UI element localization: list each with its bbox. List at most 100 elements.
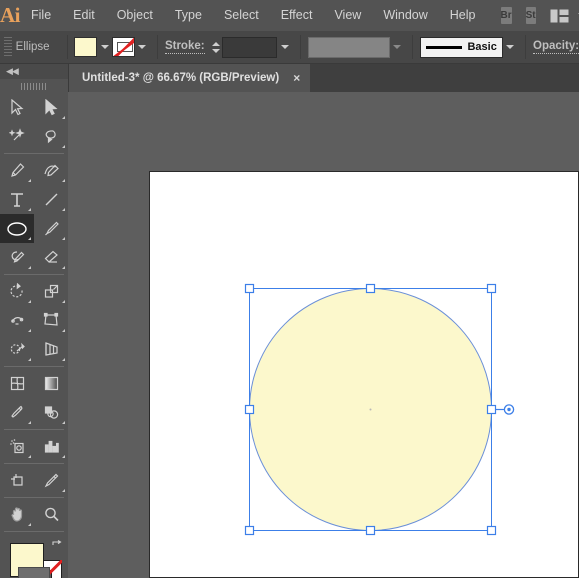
tools-panel-grabber[interactable] bbox=[0, 79, 68, 93]
ellipse-tool[interactable] bbox=[0, 214, 34, 243]
perspective-grid-tool[interactable] bbox=[34, 335, 68, 364]
fill-dropdown-arrow[interactable] bbox=[96, 37, 113, 57]
pen-tool[interactable] bbox=[0, 156, 34, 185]
line-segment-tool[interactable] bbox=[34, 185, 68, 214]
stroke-color-swatch[interactable] bbox=[112, 37, 135, 57]
mesh-tool[interactable] bbox=[0, 369, 34, 398]
eyedropper-tool[interactable] bbox=[0, 398, 34, 427]
illustrator-window: Ai File Edit Object Type Select Effect V… bbox=[0, 0, 579, 578]
fill-color-swatch[interactable] bbox=[74, 37, 97, 57]
stroke-weight-label[interactable]: Stroke: bbox=[164, 40, 205, 54]
direct-selection-tool[interactable] bbox=[34, 93, 68, 122]
document-tab-bar: Untitled-3* @ 66.67% (RGB/Preview) × bbox=[68, 64, 579, 92]
control-bar-grip[interactable] bbox=[4, 37, 12, 57]
tools-panel: ◀◀ bbox=[0, 64, 69, 578]
menu-file[interactable]: File bbox=[20, 0, 62, 31]
document-tab-title: Untitled-3* @ 66.67% (RGB/Preview) bbox=[82, 72, 280, 84]
tool-flyout-indicator bbox=[28, 300, 31, 303]
tools-panel-bottom-stub bbox=[18, 567, 50, 578]
menu-select[interactable]: Select bbox=[213, 0, 270, 31]
tool-flyout-indicator bbox=[28, 421, 31, 424]
swap-fill-stroke-icon[interactable] bbox=[50, 540, 64, 554]
brush-definition-select[interactable]: Basic bbox=[420, 36, 503, 58]
active-tool-label: Ellipse bbox=[15, 41, 50, 53]
variable-width-dropdown-arrow[interactable] bbox=[389, 37, 406, 57]
lasso-tool[interactable] bbox=[34, 122, 68, 151]
tools-grid bbox=[0, 93, 68, 534]
menu-window[interactable]: Window bbox=[372, 0, 438, 31]
workspace-switcher-icon[interactable] bbox=[550, 9, 569, 23]
symbol-sprayer-tool[interactable] bbox=[0, 432, 34, 461]
document-tab[interactable]: Untitled-3* @ 66.67% (RGB/Preview) × bbox=[68, 64, 311, 92]
artboard-tool[interactable] bbox=[0, 466, 34, 495]
rotate-tool[interactable] bbox=[0, 277, 34, 306]
control-bar: Ellipse Stroke: Basic Opacity: bbox=[0, 31, 579, 64]
bridge-button[interactable]: Br bbox=[500, 7, 512, 24]
selection-tool[interactable] bbox=[0, 93, 34, 122]
slice-tool[interactable] bbox=[34, 466, 68, 495]
hand-tool[interactable] bbox=[0, 500, 34, 529]
curvature-tool[interactable] bbox=[34, 156, 68, 185]
tools-divider bbox=[4, 531, 64, 532]
ai-logo-icon: Ai bbox=[0, 3, 21, 27]
stepper-up-icon[interactable] bbox=[212, 41, 221, 46]
tool-flyout-indicator bbox=[62, 455, 65, 458]
menu-object[interactable]: Object bbox=[106, 0, 164, 31]
menu-bar: Ai File Edit Object Type Select Effect V… bbox=[0, 0, 579, 31]
menu-edit[interactable]: Edit bbox=[62, 0, 106, 31]
width-tool[interactable] bbox=[0, 306, 34, 335]
artboard[interactable] bbox=[149, 171, 579, 578]
eraser-tool[interactable] bbox=[34, 243, 68, 272]
stroke-weight-dropdown-arrow[interactable] bbox=[277, 37, 293, 57]
free-transform-tool[interactable] bbox=[34, 306, 68, 335]
tool-flyout-indicator bbox=[28, 208, 31, 211]
stroke-dropdown-arrow[interactable] bbox=[134, 37, 151, 57]
opacity-label[interactable]: Opacity: bbox=[533, 40, 579, 54]
brush-dropdown-arrow[interactable] bbox=[502, 37, 519, 57]
control-divider-1 bbox=[66, 35, 68, 59]
stroke-weight-input[interactable] bbox=[221, 36, 278, 58]
shape-builder-tool[interactable] bbox=[0, 335, 34, 364]
control-divider-4 bbox=[412, 35, 414, 59]
tool-flyout-indicator bbox=[62, 266, 65, 269]
double-chevron-left-icon: ◀◀ bbox=[6, 66, 19, 76]
tool-flyout-indicator bbox=[28, 237, 31, 240]
tools-divider bbox=[4, 153, 64, 154]
brush-name-label: Basic bbox=[467, 41, 497, 53]
brush-stroke-preview-icon bbox=[426, 45, 463, 49]
shaper-tool[interactable] bbox=[0, 243, 34, 272]
stock-button[interactable]: St bbox=[525, 7, 536, 24]
tool-flyout-indicator bbox=[28, 455, 31, 458]
tool-flyout-indicator bbox=[62, 145, 65, 148]
gradient-tool[interactable] bbox=[34, 369, 68, 398]
scale-tool[interactable] bbox=[34, 277, 68, 306]
tool-flyout-indicator bbox=[62, 489, 65, 492]
column-graph-tool[interactable] bbox=[34, 432, 68, 461]
type-tool[interactable] bbox=[0, 185, 34, 214]
tool-flyout-indicator bbox=[28, 329, 31, 332]
close-icon[interactable]: × bbox=[293, 72, 300, 84]
tools-divider bbox=[4, 497, 64, 498]
tool-flyout-indicator bbox=[62, 237, 65, 240]
stroke-weight-stepper[interactable] bbox=[211, 36, 222, 58]
tool-flyout-indicator bbox=[28, 266, 31, 269]
magic-wand-tool[interactable] bbox=[0, 122, 34, 151]
tools-divider bbox=[4, 463, 64, 464]
tools-panel-collapse-button[interactable]: ◀◀ bbox=[0, 64, 68, 79]
blend-tool[interactable] bbox=[34, 398, 68, 427]
menu-help[interactable]: Help bbox=[439, 0, 487, 31]
variable-width-profile-select[interactable] bbox=[307, 36, 390, 58]
tool-flyout-indicator bbox=[28, 523, 31, 526]
tool-flyout-indicator bbox=[62, 300, 65, 303]
tools-divider bbox=[4, 366, 64, 367]
paintbrush-tool[interactable] bbox=[34, 214, 68, 243]
stepper-down-icon[interactable] bbox=[212, 48, 221, 53]
tool-flyout-indicator bbox=[62, 116, 65, 119]
canvas-area[interactable] bbox=[68, 92, 579, 578]
menu-effect[interactable]: Effect bbox=[270, 0, 324, 31]
tools-divider bbox=[4, 274, 64, 275]
zoom-tool[interactable] bbox=[34, 500, 68, 529]
tool-flyout-indicator bbox=[62, 208, 65, 211]
menu-view[interactable]: View bbox=[323, 0, 372, 31]
menu-type[interactable]: Type bbox=[164, 0, 213, 31]
